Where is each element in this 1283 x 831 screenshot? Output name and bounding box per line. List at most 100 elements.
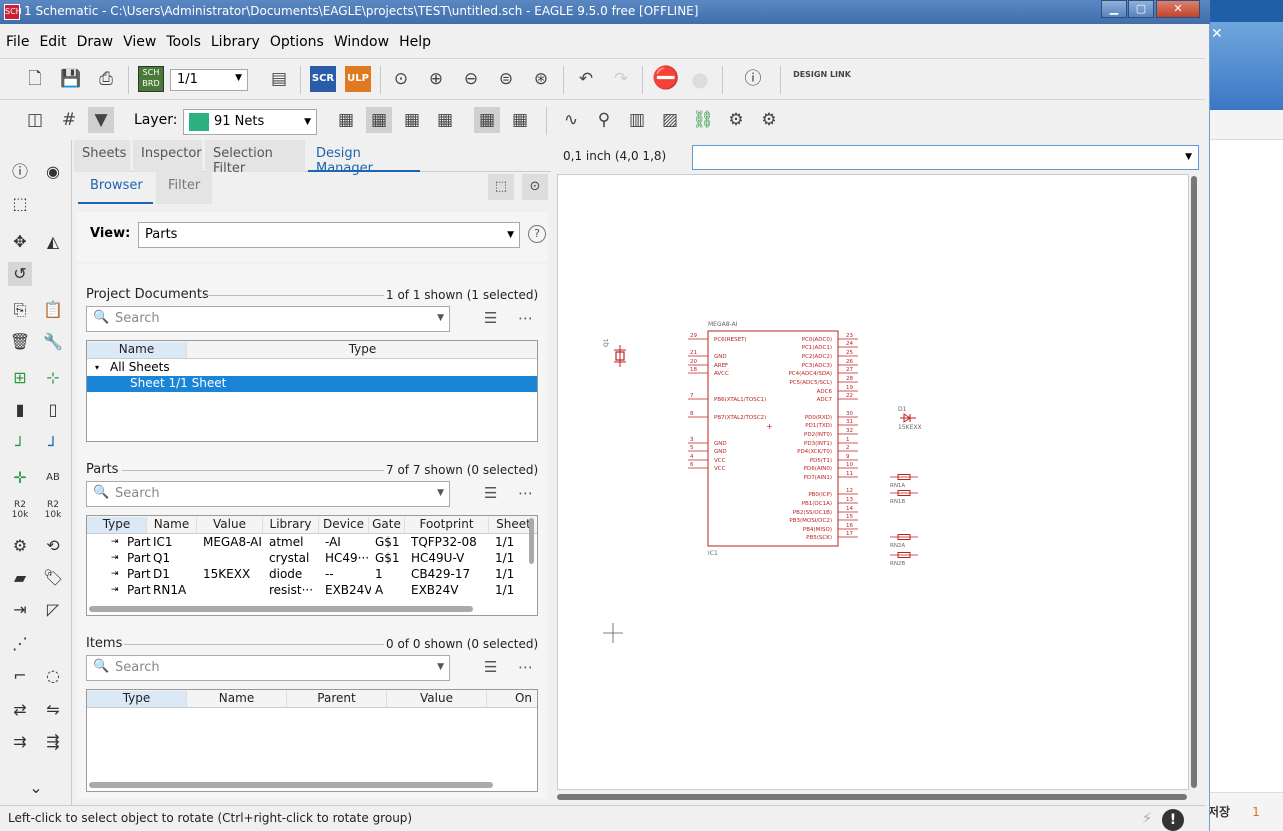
add-part-icon[interactable]: ⊞ [8, 366, 32, 390]
project-docs-search[interactable]: 🔍 Search ▼ [86, 306, 450, 332]
column-header[interactable]: On [487, 691, 537, 707]
parts-search[interactable]: 🔍 Search ▼ [86, 481, 450, 507]
column-header[interactable]: Name [187, 691, 287, 707]
split-icon[interactable]: ▮ [8, 398, 32, 422]
column-header[interactable]: Parent [287, 691, 387, 707]
optimize-icon[interactable]: ⇶ [41, 730, 65, 754]
sheet-select[interactable]: 1/1 ▼ [170, 69, 248, 91]
zoom-fit-icon[interactable]: ⊙ [388, 66, 414, 92]
zoom-out-icon[interactable]: ⊖ [458, 66, 484, 92]
view-mode-icon[interactable]: ▦ [432, 107, 458, 133]
bus-icon[interactable]: ┘ [41, 434, 65, 458]
crystal-q1[interactable]: Q1 [603, 338, 626, 367]
column-header[interactable]: Footprint [405, 517, 489, 533]
tab-sheets[interactable]: Sheets [74, 140, 130, 172]
redo-icon[interactable]: ↷ [608, 66, 634, 92]
menu-tools[interactable]: Tools [162, 30, 205, 50]
list-view-icon[interactable]: ☰ [484, 658, 497, 676]
smash-icon[interactable]: ⚙ [8, 534, 32, 558]
erc-icon[interactable]: ▥ [624, 107, 650, 133]
value-icon[interactable]: R2 10k [41, 500, 65, 524]
wire-style-icon[interactable]: ∿ [558, 107, 584, 133]
column-header[interactable]: Type [87, 517, 147, 533]
tab-browser[interactable]: Browser [78, 172, 153, 204]
line-icon[interactable]: ◸ [41, 598, 65, 622]
menu-edit[interactable]: Edit [35, 30, 70, 50]
items-search[interactable]: 🔍 Search ▼ [86, 655, 450, 681]
net-icon[interactable]: ┘ [8, 434, 32, 458]
new-file-icon[interactable]: 🗋 [22, 66, 48, 92]
menu-view[interactable]: View [119, 30, 160, 50]
more-icon[interactable]: ⋯ [518, 309, 533, 327]
ulp-icon[interactable]: ULP [345, 66, 371, 92]
table-row[interactable]: ⇥ Part IC1 MEGA8-AI atmel -AI G$1 TQFP32-08 1/1 [87, 535, 537, 551]
select-mode-icon[interactable]: ⬚ [488, 174, 514, 200]
view-select[interactable]: Parts ▼ [138, 222, 520, 248]
ic-pin[interactable]: 11 PD7(AIN1) [804, 471, 858, 481]
eye-icon[interactable]: ◉ [41, 160, 65, 184]
tag-icon[interactable]: 🏷 [41, 566, 65, 590]
expand-icon[interactable]: ▾ [95, 363, 99, 372]
group-select-icon[interactable]: ⬚ [8, 192, 32, 216]
attribute-icon[interactable]: ▰ [8, 566, 32, 590]
grid-icon[interactable]: # [56, 107, 82, 133]
more-icon[interactable]: ⋯ [518, 658, 533, 676]
chevron-down-icon[interactable]: ⌄ [24, 776, 48, 800]
print-icon[interactable]: ⎙ [93, 66, 119, 92]
zoom-select-icon[interactable]: ⊙ [522, 174, 548, 200]
ic-pin[interactable]: 1 PD3(INT1) [804, 437, 858, 447]
resistor-rn2b[interactable]: RN2B [890, 552, 918, 568]
add-link-icon[interactable]: ⛓ [690, 107, 716, 133]
close-button[interactable]: ✕ [1156, 0, 1200, 18]
resistor-rn1b[interactable]: RN1B [890, 490, 918, 506]
tab-design-manager[interactable]: Design Manager [308, 140, 420, 176]
mirror-icon[interactable]: ◭ [41, 230, 65, 254]
rotate-icon[interactable]: ↺ [8, 262, 32, 286]
diode-d1[interactable]: D1 15KEXX [898, 406, 922, 431]
label-icon[interactable]: AB [41, 466, 65, 490]
warning-icon[interactable]: ! [1162, 809, 1184, 831]
filter-icon[interactable]: ▼ [88, 107, 114, 133]
ic-pin[interactable]: 8 PB7(XTAL2/TOSC2) [688, 411, 766, 421]
tree-row-all-sheets[interactable]: ▾ All Sheets [87, 360, 537, 376]
miter-icon[interactable]: ⇉ [8, 730, 32, 754]
table-row[interactable]: ⇥ Part D1 15KEXX diode -- 1 CB429-17 1/1 [87, 567, 537, 583]
view-mode-icon[interactable]: ▦ [474, 107, 500, 133]
schematic-canvas[interactable]: Q1 MEGA8-AI IC1 29 PC6(RESET) 21 GND 20 AREF 1… [557, 174, 1189, 790]
gear-icon[interactable]: ⚙ [756, 107, 782, 133]
library-icon[interactable]: ▤ [266, 66, 292, 92]
column-header[interactable]: Value [387, 691, 487, 707]
delete-icon[interactable]: 🗑 [8, 330, 32, 354]
zoom-in-icon[interactable]: ⊕ [423, 66, 449, 92]
connect-icon[interactable]: ⇋ [41, 698, 65, 722]
menu-help[interactable]: Help [395, 30, 435, 50]
resistor-rn1a[interactable]: RN1A [890, 474, 918, 490]
script-icon[interactable]: SCR [310, 66, 336, 92]
design-link-button[interactable]: DESIGN LINK [792, 66, 852, 92]
view-mode-icon[interactable]: ▦ [507, 107, 533, 133]
save-icon[interactable]: 💾 [58, 66, 84, 92]
move-icon[interactable]: ✥ [8, 230, 32, 254]
pinswap-icon[interactable]: ⇄ [8, 698, 32, 722]
menu-draw[interactable]: Draw [73, 30, 118, 50]
ic-pin[interactable]: 29 PC6(RESET) [688, 333, 747, 343]
ic1-symbol[interactable]: MEGA8-AI IC1 29PC6(RESET)21GND20AREF18AV… [688, 321, 858, 557]
view-mode-icon[interactable]: ▦ [366, 107, 392, 133]
layers-icon[interactable]: ◫ [22, 107, 48, 133]
undo-icon[interactable]: ↶ [573, 66, 599, 92]
column-header[interactable]: Type [187, 342, 537, 358]
go-icon[interactable]: ● [687, 66, 713, 92]
stop-icon[interactable]: ⛔ [652, 66, 679, 92]
view-mode-icon[interactable]: ▦ [399, 107, 425, 133]
copy-icon[interactable]: ⎘ [8, 298, 32, 322]
tab-inspector[interactable]: Inspector [133, 140, 202, 172]
gear-icon[interactable]: ⚙ [723, 107, 749, 133]
menu-window[interactable]: Window [330, 30, 393, 50]
ic-pin[interactable]: 32 PD2(INT0) [804, 428, 858, 438]
column-header[interactable]: Type [87, 691, 187, 707]
circle-icon[interactable]: ◌ [41, 664, 65, 688]
tab-filter[interactable]: Filter [156, 172, 212, 204]
view-mode-icon[interactable]: ▦ [333, 107, 359, 133]
column-header[interactable]: Name [147, 517, 197, 533]
sch-brd-switch-icon[interactable]: SCH BRD [138, 66, 164, 92]
